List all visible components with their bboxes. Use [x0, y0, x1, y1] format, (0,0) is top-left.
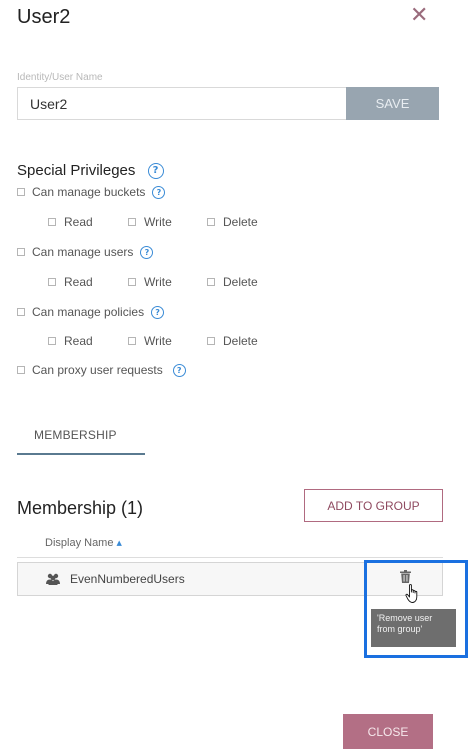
policies-checkbox[interactable] [17, 308, 25, 316]
privilege-buckets: Can manage buckets ? [17, 185, 166, 199]
users-label: Can manage users [32, 245, 134, 259]
buckets-write-option: Write [128, 215, 172, 229]
policies-read-checkbox[interactable] [48, 337, 56, 345]
privilege-policies: Can manage policies ? [17, 305, 165, 319]
membership-title: Membership (1) [17, 498, 144, 518]
special-privileges-title: Special Privileges [17, 162, 136, 179]
help-icon[interactable]: ? [152, 185, 166, 199]
special-privileges-heading: Special Privileges ? [17, 162, 164, 180]
users-delete-option: Delete [207, 275, 258, 289]
read-label: Read [64, 275, 93, 289]
group-icon [46, 573, 60, 585]
proxy-checkbox[interactable] [17, 366, 25, 374]
users-checkbox[interactable] [17, 248, 25, 256]
write-label: Write [144, 275, 172, 289]
identity-label: Identity/User Name [17, 72, 103, 83]
help-icon[interactable]: ? [151, 305, 165, 319]
hand-cursor-icon [405, 584, 418, 603]
group-name: EvenNumberedUsers [70, 572, 185, 586]
sort-ascending-icon: ▲ [116, 539, 122, 548]
close-icon[interactable]: ✕ [410, 4, 428, 26]
policies-write-option: Write [128, 334, 172, 348]
policies-write-checkbox[interactable] [128, 337, 136, 345]
buckets-delete-checkbox[interactable] [207, 218, 215, 226]
trash-icon[interactable] [400, 570, 411, 583]
column-header-label: Display Name [45, 537, 114, 549]
buckets-read-checkbox[interactable] [48, 218, 56, 226]
write-label: Write [144, 334, 172, 348]
proxy-label: Can proxy user requests [32, 363, 163, 377]
write-label: Write [144, 215, 172, 229]
privilege-proxy: Can proxy user requests ? [17, 363, 186, 377]
help-icon[interactable]: ? [140, 245, 154, 259]
display-name-column-header[interactable]: Display Name ▲ [45, 537, 122, 549]
policies-read-option: Read [48, 334, 93, 348]
policies-delete-checkbox[interactable] [207, 337, 215, 345]
user-name-input[interactable] [17, 87, 346, 120]
policies-delete-option: Delete [207, 334, 258, 348]
users-write-checkbox[interactable] [128, 278, 136, 286]
add-to-group-button[interactable]: ADD TO GROUP [304, 489, 443, 522]
read-label: Read [64, 334, 93, 348]
users-write-option: Write [128, 275, 172, 289]
dialog-title: User2 [17, 6, 71, 28]
buckets-read-option: Read [48, 215, 93, 229]
save-button[interactable]: SAVE [346, 87, 439, 120]
close-button[interactable]: CLOSE [343, 714, 433, 749]
users-delete-checkbox[interactable] [207, 278, 215, 286]
delete-label: Delete [223, 275, 258, 289]
remove-user-tooltip: 'Remove user from group' [371, 609, 456, 647]
users-read-option: Read [48, 275, 93, 289]
delete-label: Delete [223, 215, 258, 229]
policies-label: Can manage policies [32, 305, 145, 319]
buckets-checkbox[interactable] [17, 188, 25, 196]
header-divider [17, 557, 443, 558]
active-tab-indicator [17, 453, 145, 455]
help-icon[interactable]: ? [172, 363, 186, 377]
read-label: Read [64, 215, 93, 229]
buckets-label: Can manage buckets [32, 185, 146, 199]
buckets-delete-option: Delete [207, 215, 258, 229]
tab-membership[interactable]: MEMBERSHIP [34, 428, 117, 442]
delete-label: Delete [223, 334, 258, 348]
users-read-checkbox[interactable] [48, 278, 56, 286]
help-icon[interactable]: ? [147, 163, 164, 180]
privilege-users: Can manage users ? [17, 245, 154, 259]
buckets-write-checkbox[interactable] [128, 218, 136, 226]
